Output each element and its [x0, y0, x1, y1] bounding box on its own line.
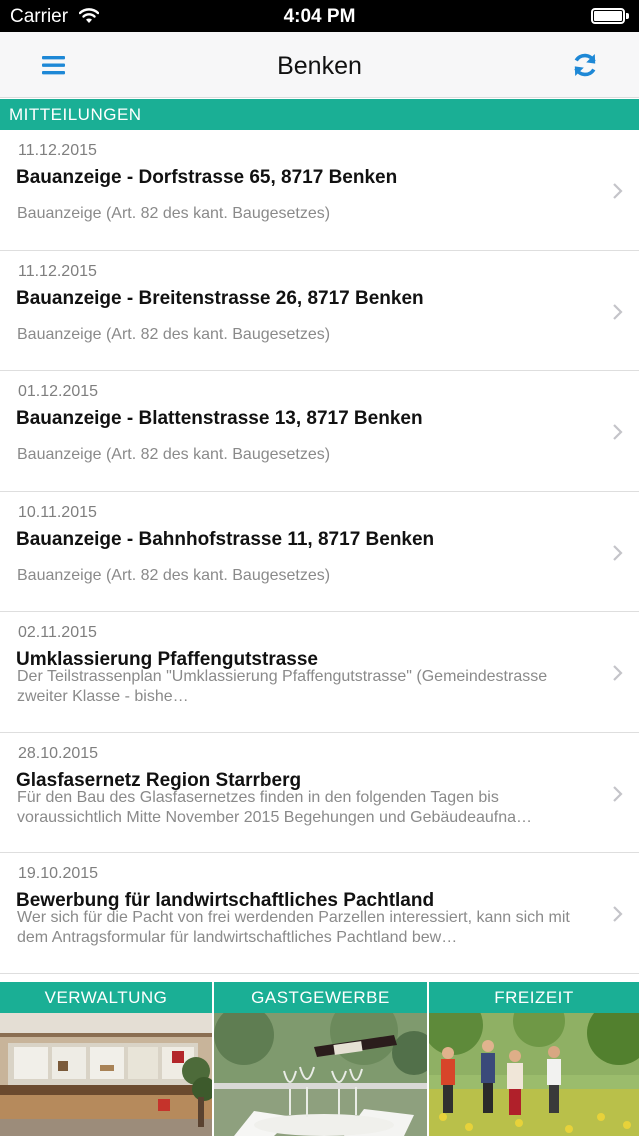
news-list: 11.12.2015 Bauanzeige - Dorfstrasse 65, …	[0, 130, 639, 975]
tab-freizeit-label: FREIZEIT	[429, 982, 639, 1013]
status-bar: Carrier 4:04 PM	[0, 0, 639, 32]
item-title: Bauanzeige - Dorfstrasse 65, 8717 Benken	[16, 167, 398, 188]
item-description: Bauanzeige (Art. 82 des kant. Baugesetze…	[17, 205, 331, 222]
item-date: 02.11.2015	[18, 624, 97, 641]
item-description: Für den Bau des Glasfasernetzes finden i…	[17, 788, 532, 826]
item-date: 11.12.2015	[18, 262, 97, 280]
list-item[interactable]: 19.10.2015 Bewerbung für landwirtschaftl…	[0, 853, 639, 974]
chevron-right-icon	[613, 424, 623, 440]
chevron-right-icon	[613, 665, 623, 681]
item-description: Bauanzeige (Art. 82 des kant. Baugesetze…	[17, 325, 331, 343]
tab-gastgewerbe[interactable]: GASTGEWERBE	[214, 982, 427, 1136]
item-description: Bauanzeige (Art. 82 des kant. Baugesetze…	[17, 446, 331, 463]
item-title: Bauanzeige - Bahnhofstrasse 11, 8717 Ben…	[16, 528, 435, 550]
list-item[interactable]: 11.12.2015 Bauanzeige - Dorfstrasse 65, …	[0, 130, 639, 251]
chevron-right-icon	[613, 183, 623, 199]
page-title: Benken	[277, 52, 362, 80]
chevron-right-icon	[613, 544, 623, 561]
tab-gastgewerbe-label: GASTGEWERBE	[214, 982, 427, 1013]
clock-label: 4:04 PM	[283, 6, 356, 27]
gastgewerbe-wine-image	[214, 1013, 427, 1136]
chevron-right-icon	[613, 785, 623, 802]
chevron-right-icon	[613, 303, 623, 320]
verwaltung-office-image	[0, 1013, 212, 1136]
list-item[interactable]: 11.12.2015 Bauanzeige - Breitenstrasse 2…	[0, 251, 639, 371]
navigation-bar: Benken	[0, 32, 639, 98]
list-item[interactable]: 10.11.2015 Bauanzeige - Bahnhofstrasse 1…	[0, 492, 639, 612]
freizeit-inline-skating-image	[429, 1013, 639, 1136]
item-description: Bauanzeige (Art. 82 des kant. Baugesetze…	[17, 566, 331, 584]
item-description: Wer sich für die Pacht von frei werdende…	[17, 909, 570, 946]
section-header-mitteilungen: MITTEILUNGEN	[0, 99, 639, 130]
item-date: 10.11.2015	[18, 503, 97, 521]
tab-freizeit[interactable]: FREIZEIT	[429, 982, 639, 1136]
item-date: 19.10.2015	[18, 865, 99, 882]
list-item[interactable]: 02.11.2015 Umklassierung Pfaffengutstras…	[0, 612, 639, 733]
tab-verwaltung-label: VERWALTUNG	[0, 982, 212, 1013]
list-item[interactable]: 28.10.2015 Glasfasernetz Region Starrber…	[0, 733, 639, 853]
item-date: 11.12.2015	[18, 142, 97, 159]
chevron-right-icon	[613, 906, 623, 922]
list-item[interactable]: 01.12.2015 Bauanzeige - Blattenstrasse 1…	[0, 371, 639, 492]
category-tabs: VERWALTUNG GASTGEWERBE FREIZEIT	[0, 982, 639, 1136]
refresh-icon[interactable]	[568, 50, 602, 80]
item-date: 01.12.2015	[18, 383, 99, 400]
item-title: Bauanzeige - Blattenstrasse 13, 8717 Ben…	[16, 408, 423, 429]
battery-icon	[591, 8, 629, 24]
tab-verwaltung[interactable]: VERWALTUNG	[0, 982, 212, 1136]
item-title: Bauanzeige - Breitenstrasse 26, 8717 Ben…	[16, 287, 424, 309]
item-description: Der Teilstrassenplan "Umklassierung Pfaf…	[17, 668, 548, 705]
item-date: 28.10.2015	[18, 744, 99, 762]
